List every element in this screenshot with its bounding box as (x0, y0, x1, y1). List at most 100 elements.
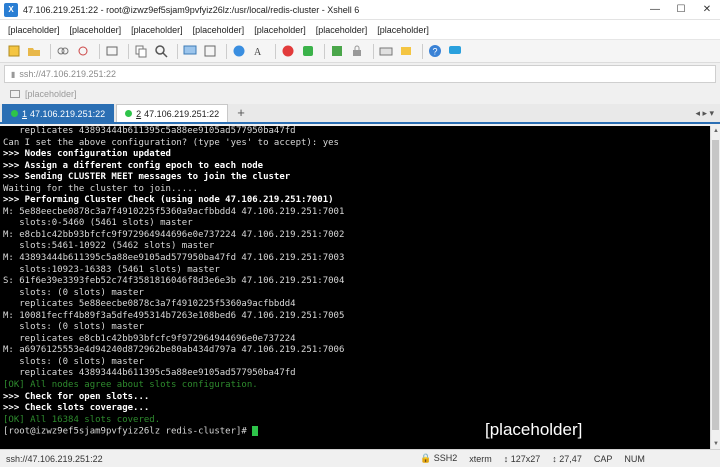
terminal-line: slots: (0 slots) master (3, 356, 144, 367)
tab-label: 47.106.219.251:22 (144, 108, 220, 119)
shell-prompt: [root@izwz9ef5sjam9pvfyiz26lz redis-clus… (3, 426, 253, 437)
terminal-line: >>> Sending CLUSTER MEET messages to joi… (3, 172, 291, 183)
help-icon[interactable]: ? (427, 43, 443, 59)
xshell-app-icon[interactable]: X (4, 2, 18, 17)
svg-text:?: ? (433, 47, 438, 57)
tab-nav-arrows[interactable]: ◂ ▸ ▾ (695, 108, 714, 119)
open-folder-icon[interactable] (26, 43, 42, 59)
toolbar-divider (373, 43, 374, 59)
toolbar-divider (226, 43, 227, 59)
copy-icon[interactable] (133, 43, 149, 59)
status-terminal-type: xterm (469, 453, 492, 464)
terminal-line: >>> Check slots coverage... (3, 403, 150, 414)
menu-view[interactable]: [placeholder] (131, 25, 183, 35)
toolbar-divider (422, 43, 423, 59)
terminal-line: [OK] All nodes agree about slots configu… (3, 380, 258, 391)
terminal-output[interactable]: replicates 43893444b611395c5a88ee9105ad5… (0, 126, 710, 449)
terminal-line: M: a6976125553e4d94240d872962be80ab434d7… (3, 345, 345, 356)
terminal-line: >>> Performing Cluster Check (using node… (3, 195, 334, 206)
status-bar: ssh://47.106.219.251:22 🔒 SSH2 xterm ↕ 1… (0, 449, 720, 467)
scrollbar-thumb[interactable] (712, 140, 719, 430)
terminal-line: slots:5461-10922 (5462 slots) master (3, 241, 215, 252)
menu-help[interactable]: [placeholder] (377, 25, 429, 35)
terminal-line: replicates e8cb1c42bb93bfcfc9f9729649446… (3, 333, 296, 344)
maximize-button[interactable]: ☐ (668, 0, 694, 20)
close-button[interactable]: ✕ (694, 0, 720, 20)
link-icon[interactable] (55, 43, 71, 59)
chat-icon[interactable] (447, 43, 463, 59)
title-bar: X 47.106.219.251:22 - root@izwz9ef5sjam9… (0, 0, 720, 20)
session-tab-bar: 1 47.106.219.251:22 2 47.106.219.251:22 … (0, 104, 720, 124)
lock-icon: ▮ (11, 69, 16, 79)
reconnect-icon[interactable] (104, 43, 120, 59)
status-cap: CAP (593, 453, 613, 464)
terminal-line: slots: (0 slots) master (3, 322, 144, 333)
status-size-text: 127x27 (510, 453, 541, 464)
terminal-line: slots: (0 slots) master (3, 287, 144, 298)
terminal-line: replicates 5e88eecbe0878c3a7f4910225f536… (3, 299, 296, 310)
disconnect-icon[interactable] (75, 43, 91, 59)
terminal-line: >>> Nodes configuration updated (3, 149, 171, 160)
globe-icon[interactable] (231, 43, 247, 59)
status-protocol-text: SSH2 (433, 453, 458, 463)
terminal-line: M: 10081fecff4b89f3a5dfe495314b7263e108b… (3, 310, 345, 321)
tab-number: 2 (136, 108, 142, 119)
fullscreen-icon[interactable] (202, 43, 218, 59)
menu-window[interactable]: [placeholder] (316, 25, 368, 35)
status-num: NUM (624, 453, 645, 464)
toolbar-divider (275, 43, 276, 59)
zhihu-watermark: [placeholder] (485, 420, 583, 439)
toolbar-divider (128, 43, 129, 59)
connected-status-icon (125, 110, 133, 117)
svg-text:A: A (254, 47, 262, 58)
terminal-line: M: 5e88eecbe0878c3a7f4910225f5360a9acfbb… (3, 206, 345, 217)
terminal-cursor (252, 426, 259, 437)
menu-tools[interactable]: [placeholder] (193, 25, 245, 35)
menu-edit[interactable]: [placeholder] (70, 25, 122, 35)
terminal-line: Can I set the above configuration? (type… (3, 137, 339, 148)
xftp-icon[interactable] (280, 43, 296, 59)
ssh-icon: 🔒 (420, 453, 434, 463)
resize-icon: ↕ (503, 453, 511, 464)
scroll-down-icon[interactable]: ▼ (711, 439, 720, 449)
window-title: 47.106.219.251:22 - root@izwz9ef5sjam9pv… (23, 4, 360, 15)
terminal-line: M: 43893444b611395c5a88ee9105ad577950ba4… (3, 253, 345, 264)
address-input[interactable]: ssh://47.106.219.251:22 (19, 69, 116, 79)
status-position: ↕ 27,47 (552, 454, 582, 464)
menu-tabs[interactable]: [placeholder] (254, 25, 306, 35)
scroll-up-icon[interactable]: ▲ (711, 126, 720, 136)
add-tab-button[interactable]: + (232, 104, 250, 122)
terminal-line: replicates 43893444b611395c5a88ee9105ad5… (3, 126, 296, 136)
lock-icon[interactable] (349, 43, 365, 59)
keyboard-icon[interactable] (378, 43, 394, 59)
toolbar-divider (50, 43, 51, 59)
new-session-icon[interactable] (6, 43, 22, 59)
terminal-line: slots:10923-16383 (5461 slots) master (3, 264, 220, 275)
tab-label: 47.106.219.251:22 (30, 108, 106, 119)
status-session: ssh://47.106.219.251:22 (6, 453, 103, 464)
search-icon[interactable] (153, 43, 169, 59)
compose-icon[interactable] (329, 43, 345, 59)
status-position-text: 27,47 (559, 453, 582, 464)
tab-session-2[interactable]: 2 47.106.219.251:22 (116, 104, 229, 122)
options-icon[interactable] (398, 43, 414, 59)
font-icon[interactable]: A (251, 43, 267, 59)
terminal-prompt-line[interactable]: [root@izwz9ef5sjam9pvfyiz26lz redis-clus… (3, 426, 710, 438)
session-icon (10, 90, 20, 98)
terminal-line: Waiting for the cluster to join..... (3, 183, 199, 194)
window-controls: — ☐ ✕ (642, 0, 720, 20)
toolbar-divider (177, 43, 178, 59)
toolbar-divider (99, 43, 100, 59)
address-bar[interactable]: ▮ ssh://47.106.219.251:22 (4, 65, 716, 83)
menu-file[interactable]: [placeholder] (8, 25, 60, 35)
xmanager-icon[interactable] (300, 43, 316, 59)
connected-status-icon (11, 110, 18, 117)
status-size: ↕ 127x27 (504, 454, 541, 464)
terminal-scrollbar[interactable]: ▲ ▼ (710, 126, 720, 449)
status-protocol: 🔒 SSH2 (420, 453, 457, 464)
tab-session-1[interactable]: 1 47.106.219.251:22 (2, 104, 115, 122)
screen-icon[interactable] (182, 43, 198, 59)
toolbar: A ? (0, 39, 720, 63)
minimize-button[interactable]: — (642, 0, 668, 20)
terminal-line: >>> Assign a different config epoch to e… (3, 160, 264, 171)
